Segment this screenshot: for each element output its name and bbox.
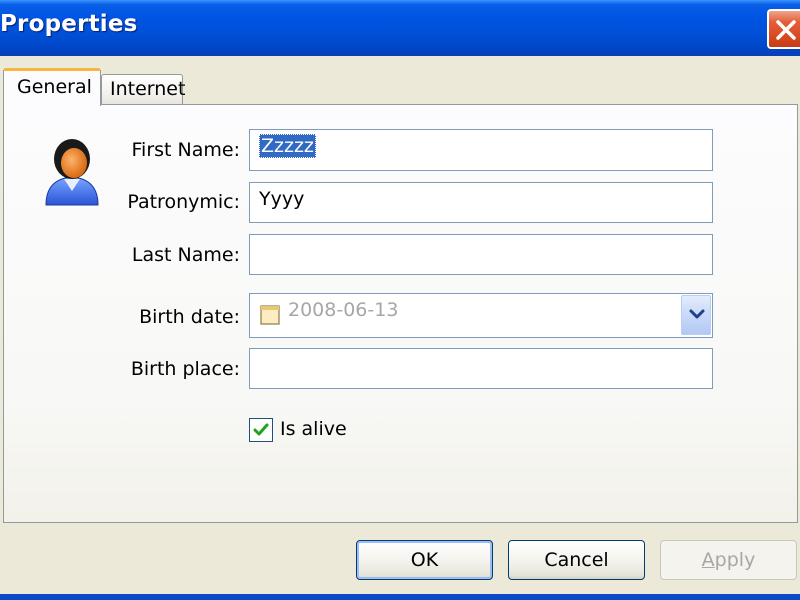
last-name-label: Last Name: <box>131 244 240 266</box>
last-name-field[interactable] <box>249 234 713 275</box>
tab-internet[interactable]: Internet <box>101 74 186 104</box>
check-icon <box>253 423 269 436</box>
birth-date-dropdown-button[interactable] <box>681 295 711 335</box>
birth-date-picker[interactable]: 2008-06-13 <box>249 293 713 338</box>
cancel-button[interactable]: Cancel <box>508 540 645 580</box>
patronymic-label: Patronymic: <box>127 191 240 213</box>
apply-button[interactable]: Apply <box>660 540 797 580</box>
window-title: Properties <box>0 11 138 37</box>
first-name-label: First Name: <box>131 139 240 161</box>
is-alive-label[interactable]: Is alive <box>280 418 347 440</box>
apply-label-rest: pply <box>714 549 756 571</box>
patronymic-field[interactable]: Yyyy <box>249 182 713 223</box>
calendar-icon[interactable] <box>260 305 280 325</box>
birth-place-field[interactable] <box>249 348 713 389</box>
first-name-value: Zzzzz <box>259 134 316 158</box>
apply-mnemonic: A <box>701 549 715 571</box>
first-name-field[interactable]: Zzzzz <box>249 129 713 171</box>
birth-date-label: Birth date: <box>139 306 240 328</box>
close-icon <box>776 20 796 40</box>
tab-general-label: General <box>17 76 92 98</box>
ok-button[interactable]: OK <box>356 540 493 580</box>
birth-place-label: Birth place: <box>130 358 240 380</box>
is-alive-checkbox[interactable] <box>249 418 273 442</box>
tab-general[interactable]: General <box>3 68 101 106</box>
title-bar[interactable]: Properties <box>0 0 800 56</box>
birth-date-value: 2008-06-13 <box>288 299 399 321</box>
chevron-down-icon <box>689 309 705 319</box>
tab-internet-label: Internet <box>110 78 186 100</box>
window-bottom-border <box>0 594 800 600</box>
close-button[interactable] <box>767 9 800 49</box>
patronymic-value: Yyyy <box>259 188 305 210</box>
